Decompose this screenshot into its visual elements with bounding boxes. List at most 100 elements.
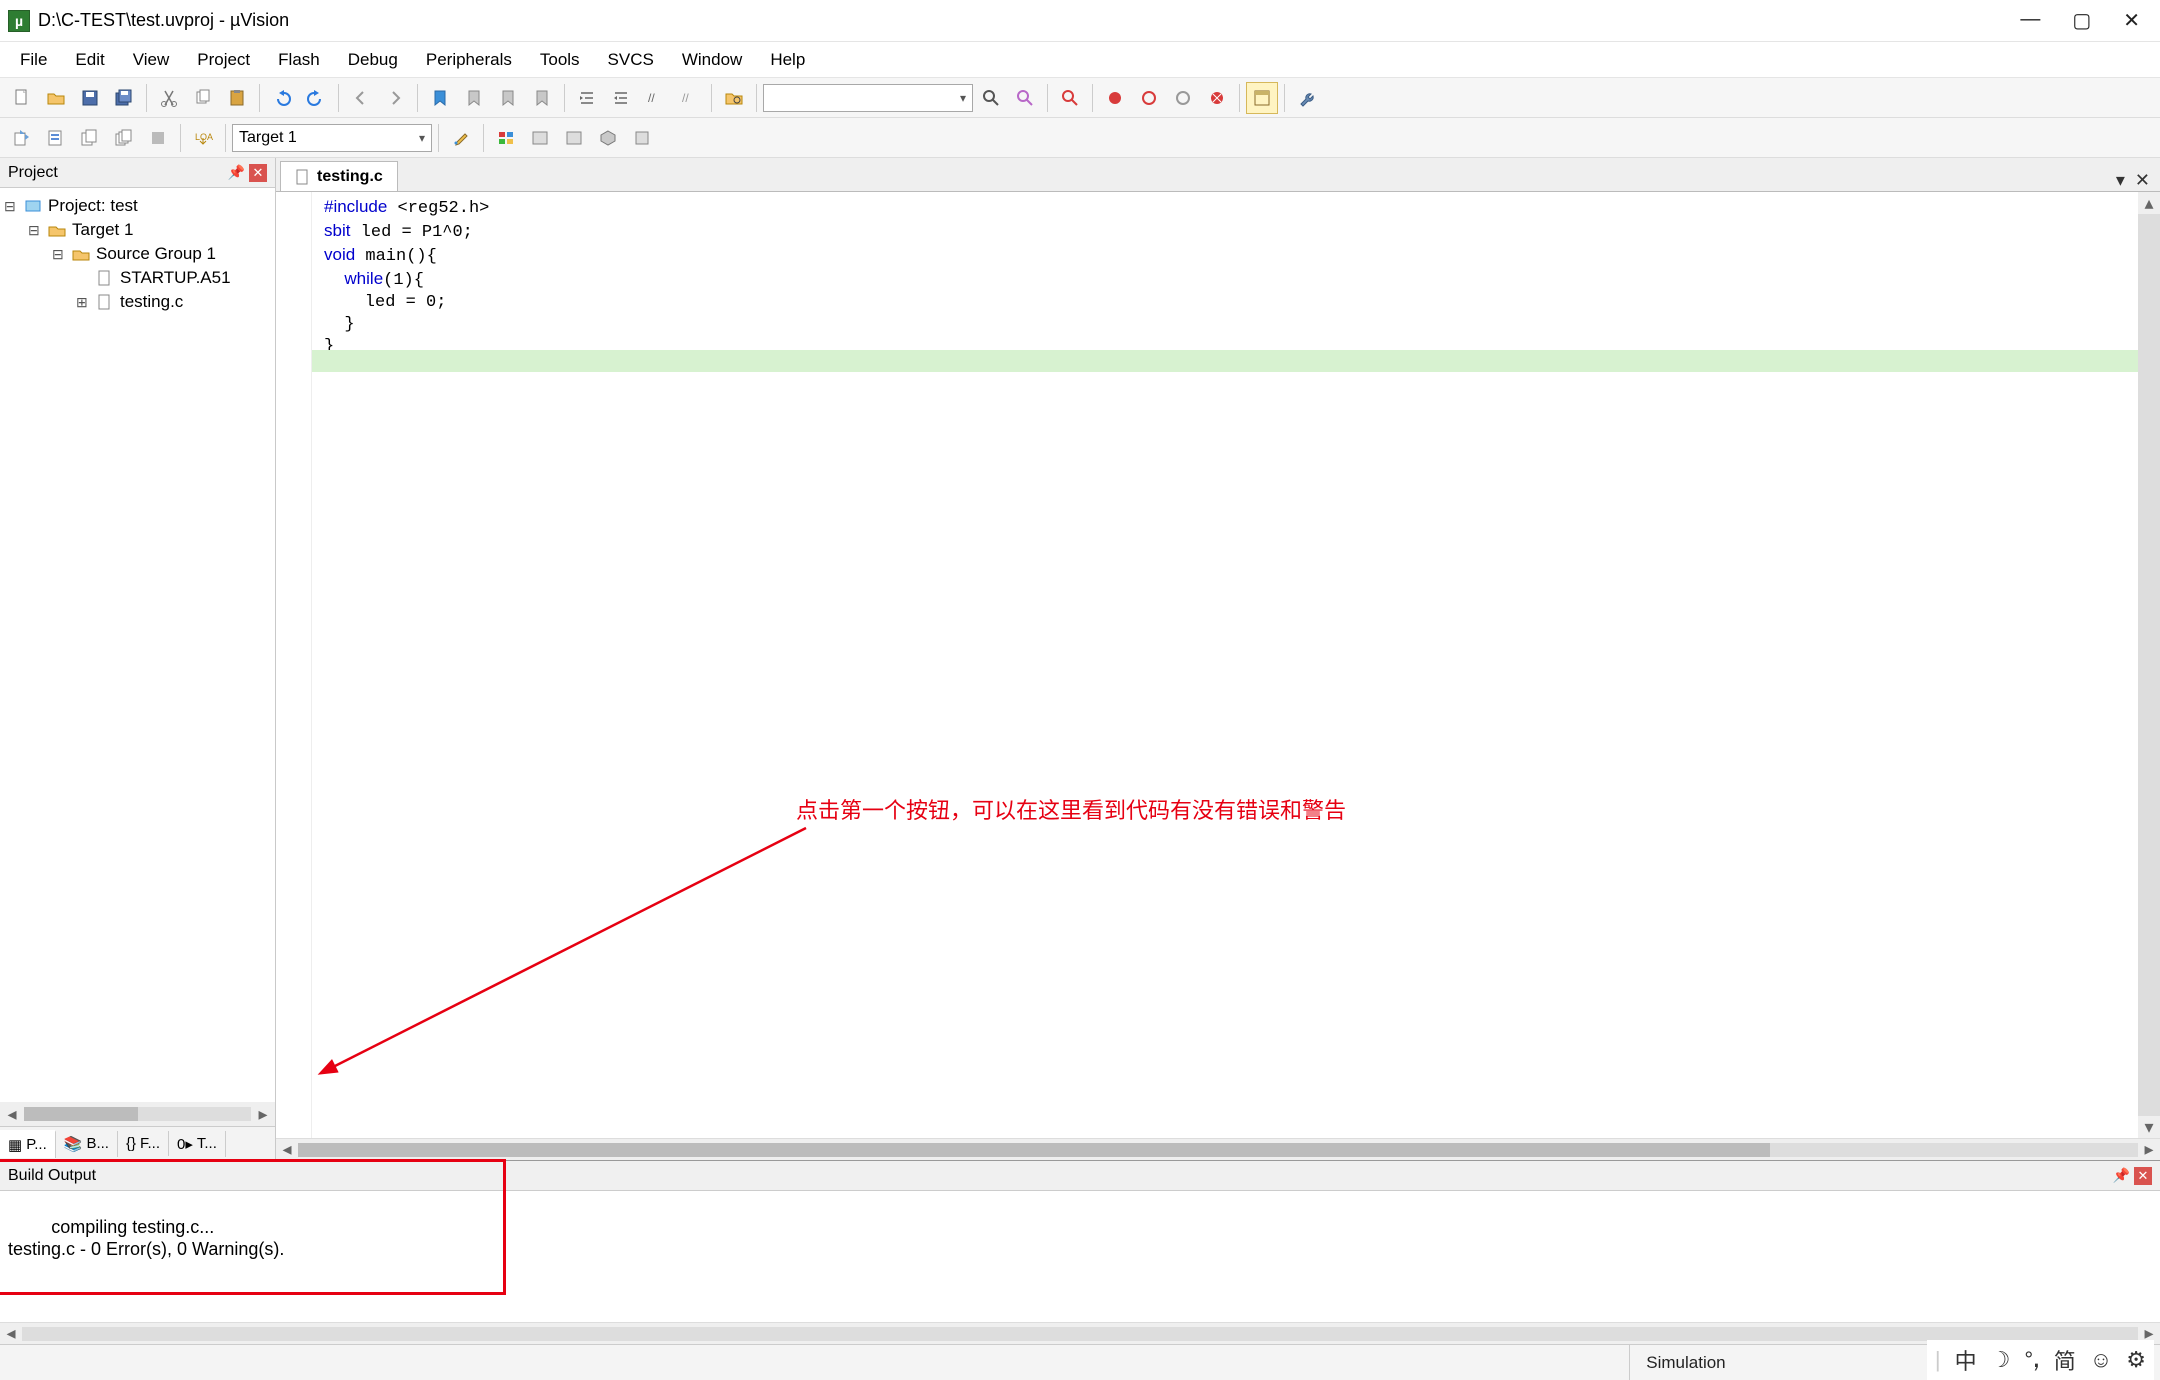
maximize-button[interactable]: ▢	[2072, 8, 2091, 33]
pin-icon[interactable]: 📌	[2113, 1167, 2130, 1184]
bookmark-clear-button[interactable]	[526, 82, 558, 114]
svg-text:LOAD: LOAD	[195, 132, 213, 142]
download-button[interactable]: LOAD	[187, 122, 219, 154]
menu-tools[interactable]: Tools	[528, 46, 592, 74]
tree-root[interactable]: ⊟Project: test	[4, 194, 271, 218]
build-hscroll[interactable]: ◂▸	[0, 1322, 2160, 1344]
find-in-files-button[interactable]	[718, 82, 750, 114]
breakpoint-disable-button[interactable]	[1167, 82, 1199, 114]
manage-project-button[interactable]	[490, 122, 522, 154]
project-panel-title: Project	[8, 164, 58, 182]
uncomment-button[interactable]: //	[673, 82, 705, 114]
hscrollbar[interactable]: ◂▸	[276, 1138, 2160, 1160]
build-button[interactable]	[40, 122, 72, 154]
find-button[interactable]	[975, 82, 1007, 114]
target-options-button[interactable]	[445, 122, 477, 154]
nav-fwd-button[interactable]	[379, 82, 411, 114]
incremental-find-button[interactable]	[1009, 82, 1041, 114]
panel-close-button[interactable]: ✕	[2134, 1167, 2152, 1185]
project-panel: Project 📌 ✕ ⊟Project: test ⊟Target 1 ⊟So…	[0, 158, 276, 1160]
menu-help[interactable]: Help	[758, 46, 817, 74]
save-all-button[interactable]	[108, 82, 140, 114]
manage-rte-button[interactable]	[524, 122, 556, 154]
sidebar-tab-project[interactable]: ▦P...	[0, 1130, 56, 1158]
settings-icon[interactable]: ⚙	[2126, 1347, 2146, 1373]
translate-button[interactable]	[6, 122, 38, 154]
breakpoint-kill-button[interactable]	[1201, 82, 1233, 114]
menu-peripherals[interactable]: Peripherals	[414, 46, 524, 74]
ime-mode[interactable]: 简	[2054, 1344, 2076, 1376]
find-combo[interactable]: ▾	[763, 84, 973, 112]
bookmark-toggle-button[interactable]	[424, 82, 456, 114]
file-icon	[295, 169, 311, 185]
vscrollbar[interactable]: ▴▾	[2138, 192, 2160, 1138]
tree-file-startup[interactable]: STARTUP.A51	[4, 266, 271, 290]
cut-button[interactable]	[153, 82, 185, 114]
indent-button[interactable]	[571, 82, 603, 114]
punctuation-icon[interactable]: °ꓹ	[2024, 1347, 2039, 1373]
pin-icon[interactable]: 📌	[228, 164, 245, 181]
close-button[interactable]: ✕	[2123, 8, 2140, 33]
code-content[interactable]: #include <reg52.h> sbit led = P1^0; void…	[312, 192, 2138, 1138]
open-file-button[interactable]	[40, 82, 72, 114]
nav-back-button[interactable]	[345, 82, 377, 114]
rebuild-button[interactable]	[74, 122, 106, 154]
code-editor[interactable]: #include <reg52.h> sbit led = P1^0; void…	[276, 192, 2160, 1138]
svg-text://: //	[682, 91, 689, 105]
batch-build-button[interactable]	[108, 122, 140, 154]
build-output-title: Build Output	[8, 1167, 96, 1185]
bookmark-prev-button[interactable]	[458, 82, 490, 114]
project-panel-header: Project 📌 ✕	[0, 158, 275, 188]
menu-file[interactable]: File	[8, 46, 59, 74]
new-file-button[interactable]	[6, 82, 38, 114]
moon-icon[interactable]: ☽	[1991, 1347, 2011, 1373]
target-combo[interactable]: Target 1▾	[232, 124, 432, 152]
breakpoint-enable-button[interactable]	[1133, 82, 1165, 114]
sidebar-tab-templates[interactable]: 0▸T...	[169, 1131, 226, 1157]
tab-dropdown-icon[interactable]: ▾	[2116, 170, 2125, 191]
file-tab-testing[interactable]: testing.c	[280, 161, 398, 191]
sidebar-tab-functions[interactable]: {}F...	[118, 1131, 169, 1156]
tab-close-icon[interactable]: ✕	[2135, 170, 2150, 191]
build-output-content[interactable]: compiling testing.c... testing.c - 0 Err…	[0, 1191, 2160, 1322]
project-icon	[24, 197, 42, 215]
pack-installer-button[interactable]	[592, 122, 624, 154]
bookmark-next-button[interactable]	[492, 82, 524, 114]
undo-button[interactable]	[266, 82, 298, 114]
tree-file-testing[interactable]: ⊞testing.c	[4, 290, 271, 314]
comment-button[interactable]: //	[639, 82, 671, 114]
window-layout-button[interactable]	[1246, 82, 1278, 114]
redo-button[interactable]	[300, 82, 332, 114]
menu-edit[interactable]: Edit	[63, 46, 116, 74]
stop-build-button[interactable]	[142, 122, 174, 154]
app-icon: µ	[8, 10, 30, 32]
configure-button[interactable]	[1291, 82, 1323, 114]
menu-flash[interactable]: Flash	[266, 46, 332, 74]
panel-close-button[interactable]: ✕	[249, 164, 267, 182]
debug-start-button[interactable]	[1054, 82, 1086, 114]
sidebar-hscroll[interactable]: ◂▸	[0, 1102, 275, 1126]
books-button[interactable]	[626, 122, 658, 154]
copy-button[interactable]	[187, 82, 219, 114]
folder-icon	[72, 245, 90, 263]
menu-window[interactable]: Window	[670, 46, 754, 74]
minimize-button[interactable]: —	[2020, 8, 2040, 33]
tree-target[interactable]: ⊟Target 1	[4, 218, 271, 242]
save-button[interactable]	[74, 82, 106, 114]
breakpoint-insert-button[interactable]	[1099, 82, 1131, 114]
emoji-icon[interactable]: ☺	[2090, 1347, 2112, 1373]
sidebar-tabs: ▦P... 📚B... {}F... 0▸T...	[0, 1126, 275, 1160]
menu-debug[interactable]: Debug	[336, 46, 410, 74]
ime-indicator[interactable]: 中	[1955, 1344, 1977, 1376]
outdent-button[interactable]	[605, 82, 637, 114]
paste-button[interactable]	[221, 82, 253, 114]
menu-project[interactable]: Project	[185, 46, 262, 74]
menu-svcs[interactable]: SVCS	[596, 46, 666, 74]
project-tree[interactable]: ⊟Project: test ⊟Target 1 ⊟Source Group 1…	[0, 188, 275, 1102]
menu-view[interactable]: View	[121, 46, 182, 74]
build-output-panel: Build Output 📌 ✕ compiling testing.c... …	[0, 1160, 2160, 1344]
sidebar-tab-books[interactable]: 📚B...	[56, 1131, 118, 1157]
select-pack-button[interactable]	[558, 122, 590, 154]
file-icon	[96, 269, 114, 287]
tree-group[interactable]: ⊟Source Group 1	[4, 242, 271, 266]
